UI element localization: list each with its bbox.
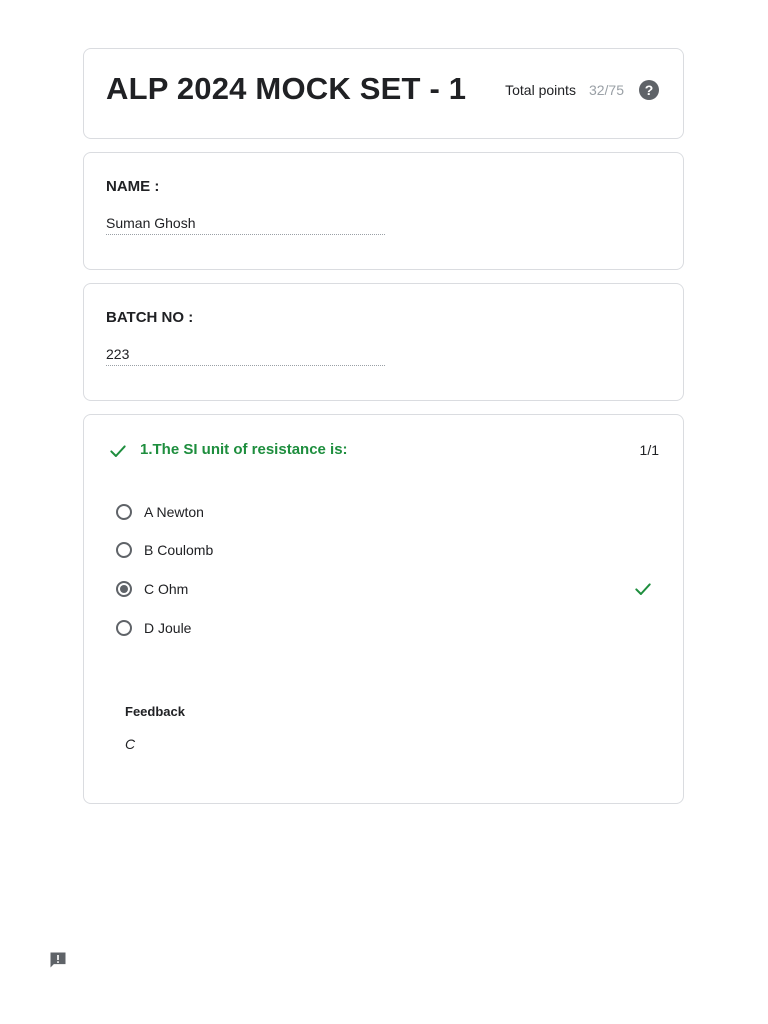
name-field-label: NAME : — [106, 178, 160, 195]
option-d[interactable]: D Joule — [114, 616, 191, 640]
question-score: 1/1 — [639, 442, 659, 458]
help-icon[interactable]: ? — [639, 80, 659, 100]
name-field-value: Suman Ghosh — [106, 215, 385, 235]
check-icon — [635, 583, 651, 595]
check-icon — [110, 445, 126, 457]
radio-button-selected[interactable] — [116, 581, 132, 597]
page: ALP 2024 MOCK SET - 1 Total points 32/75… — [0, 0, 768, 1024]
question-title: 1.The SI unit of resistance is: — [140, 441, 348, 458]
option-a[interactable]: A Newton — [114, 500, 204, 524]
option-c[interactable]: C Ohm — [114, 577, 188, 601]
batch-field-value: 223 — [106, 346, 385, 366]
option-label: D Joule — [144, 620, 192, 636]
radio-button[interactable] — [116, 542, 132, 558]
report-problem-icon[interactable] — [48, 950, 68, 970]
form-title: ALP 2024 MOCK SET - 1 — [106, 71, 467, 106]
option-b[interactable]: B Coulomb — [114, 538, 213, 562]
radio-button[interactable] — [116, 620, 132, 636]
option-label: A Newton — [144, 504, 204, 520]
option-label: C Ohm — [144, 581, 189, 597]
total-points-label: Total points — [505, 82, 576, 98]
radio-button[interactable] — [116, 504, 132, 520]
batch-field-label: BATCH NO : — [106, 309, 194, 326]
name-field-card: NAME : Suman Ghosh — [83, 152, 684, 270]
form-header-card: ALP 2024 MOCK SET - 1 Total points 32/75… — [83, 48, 684, 139]
feedback-text: C — [125, 736, 136, 752]
question-card: 1.The SI unit of resistance is: 1/1 A Ne… — [83, 414, 684, 804]
option-label: B Coulomb — [144, 542, 214, 558]
feedback-label: Feedback — [125, 704, 185, 719]
batch-field-card: BATCH NO : 223 — [83, 283, 684, 401]
total-points-value: 32/75 — [588, 82, 624, 98]
total-points: Total points 32/75 ? — [505, 80, 659, 100]
